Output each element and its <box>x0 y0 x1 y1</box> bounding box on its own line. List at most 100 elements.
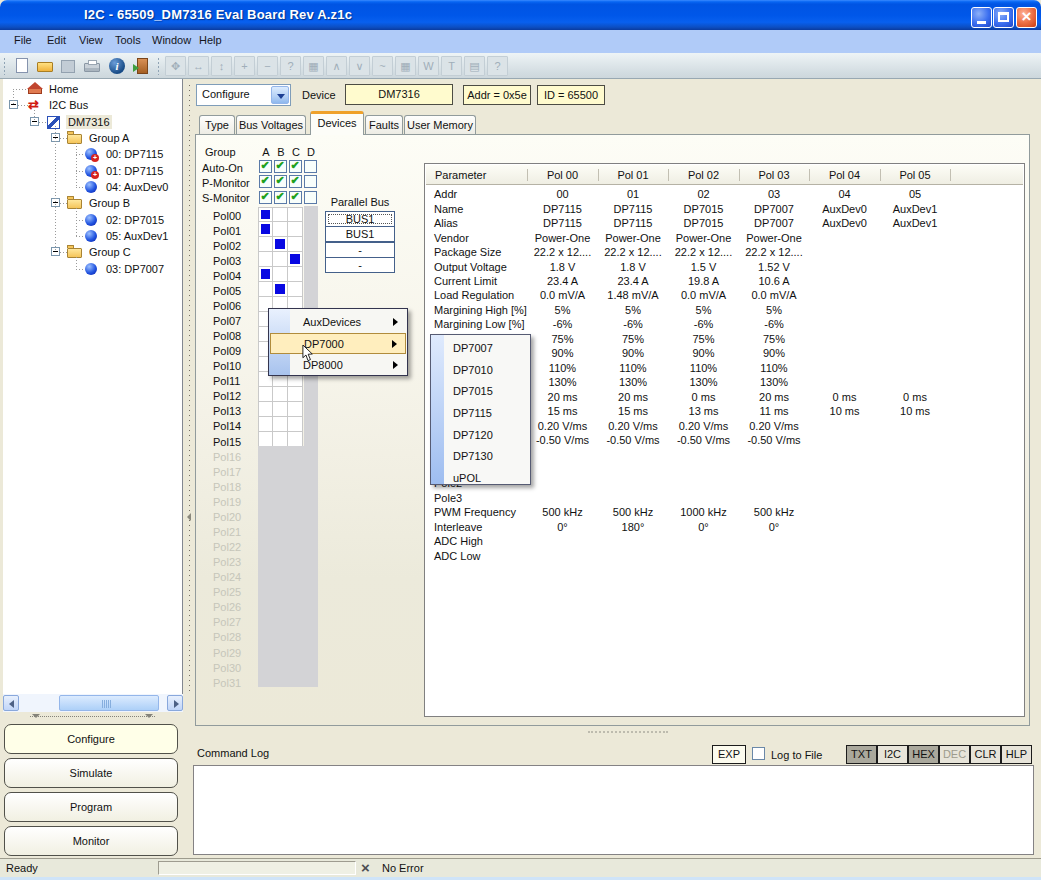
auto-on-checkbox-A[interactable]: ✔ <box>259 160 272 173</box>
submenu-item-dp7115[interactable]: DP7115 <box>445 402 530 423</box>
action-button-monitor[interactable]: Monitor <box>4 826 178 856</box>
tree-horizontal-scrollbar[interactable] <box>3 694 183 712</box>
pol-cell-pol03-B[interactable] <box>273 252 288 267</box>
pol-cell-pol15-A[interactable] <box>258 432 273 447</box>
action-button-program[interactable]: Program <box>4 792 178 822</box>
parallel-bus-slot-0[interactable]: BUS1 <box>325 211 395 227</box>
exit-icon[interactable] <box>131 56 152 77</box>
menu-edit[interactable]: Edit <box>47 34 66 46</box>
status-clear-icon[interactable]: × <box>361 859 370 876</box>
minimize-button[interactable] <box>971 7 992 28</box>
format-button-i2c[interactable]: I2C <box>877 745 908 764</box>
auto-on-checkbox-B[interactable]: ✔ <box>274 160 287 173</box>
pol-cell-pol02-A[interactable] <box>258 237 273 252</box>
format-button-hlp[interactable]: HLP <box>1001 745 1032 764</box>
tab-type[interactable]: Type <box>199 115 235 135</box>
tab-user-memory[interactable]: User Memory <box>404 115 476 135</box>
pol-cell-pol05-B[interactable] <box>273 282 288 297</box>
parallel-bus-slot-1[interactable]: BUS1 <box>325 226 395 242</box>
pol-cell-pol15-C[interactable] <box>288 432 303 447</box>
pol-cell-pol15-B[interactable] <box>273 432 288 447</box>
action-button-simulate[interactable]: Simulate <box>4 758 178 788</box>
pol-cell-pol02-B[interactable] <box>273 237 288 252</box>
submenu-item-dp7130[interactable]: DP7130 <box>445 445 530 466</box>
pol-cell-pol12-B[interactable] <box>273 387 288 402</box>
pol-cell-pol14-C[interactable] <box>288 417 303 432</box>
submenu-item-dp7007[interactable]: DP7007 <box>445 337 530 358</box>
parallel-bus-slot-3[interactable]: - <box>325 257 395 273</box>
s-monitor-checkbox-C[interactable]: ✔ <box>289 191 302 204</box>
submenu-item-dp7120[interactable]: DP7120 <box>445 424 530 445</box>
p-monitor-checkbox-B[interactable]: ✔ <box>274 175 287 188</box>
pol-cell-pol00-A[interactable] <box>258 207 273 222</box>
log-to-file-checkbox[interactable] <box>752 747 765 760</box>
pol-cell-pol04-C[interactable] <box>288 267 303 282</box>
print-icon[interactable] <box>82 56 103 77</box>
tree-item-group-b[interactable]: Group B <box>87 196 132 210</box>
context-menu-item-auxdevices[interactable]: AuxDevices <box>270 312 406 333</box>
new-file-icon[interactable] <box>12 56 33 77</box>
pol-cell-pol13-B[interactable] <box>273 402 288 417</box>
action-button-configure[interactable]: Configure <box>4 724 178 754</box>
pol-cell-pol13-A[interactable] <box>258 402 273 417</box>
pol-cell-pol14-A[interactable] <box>258 417 273 432</box>
pol-cell-pol02-C[interactable] <box>288 237 303 252</box>
chevron-down-icon[interactable] <box>271 86 289 104</box>
pol-cell-pol01-A[interactable] <box>258 222 273 237</box>
command-log-output[interactable] <box>193 765 1034 855</box>
pol-cell-pol01-C[interactable] <box>288 222 303 237</box>
format-button-hex[interactable]: HEX <box>908 745 939 764</box>
pol-cell-pol14-B[interactable] <box>273 417 288 432</box>
s-monitor-checkbox-A[interactable]: ✔ <box>259 191 272 204</box>
auto-on-checkbox-D[interactable] <box>304 160 317 173</box>
pol-cell-pol12-C[interactable] <box>288 387 303 402</box>
pol-cell-pol12-A[interactable] <box>258 387 273 402</box>
tree-item-03-dp7007[interactable]: 03: DP7007 <box>104 262 166 276</box>
tree-item-05-auxdev1[interactable]: 05: AuxDev1 <box>104 229 170 243</box>
vertical-splitter[interactable] <box>184 79 195 727</box>
context-menu-item-dp7000[interactable]: DP7000 <box>270 333 406 354</box>
horizontal-splitter-handle[interactable] <box>588 731 668 735</box>
tab-bus-voltages[interactable]: Bus Voltages <box>236 115 306 135</box>
parallel-bus-slot-2[interactable]: - <box>325 242 395 258</box>
pol-cell-pol03-A[interactable] <box>258 252 273 267</box>
pol-cell-pol03-C[interactable] <box>288 252 303 267</box>
menu-file[interactable]: File <box>14 34 32 46</box>
p-monitor-checkbox-C[interactable]: ✔ <box>289 175 302 188</box>
mode-select[interactable]: Configure <box>196 84 291 106</box>
format-button-dec[interactable]: DEC <box>939 745 970 764</box>
scroll-right-button[interactable] <box>167 695 183 711</box>
pol-cell-pol04-B[interactable] <box>273 267 288 282</box>
menu-view[interactable]: View <box>79 34 103 46</box>
exp-button[interactable]: EXP <box>712 745 746 764</box>
tree-item-home[interactable]: Home <box>47 82 80 96</box>
open-folder-icon[interactable] <box>35 56 56 77</box>
pol-cell-pol01-B[interactable] <box>273 222 288 237</box>
submenu-item-upol[interactable]: uPOL <box>445 467 530 488</box>
s-monitor-checkbox-D[interactable] <box>304 191 317 204</box>
pol-cell-pol13-C[interactable] <box>288 402 303 417</box>
tree-item-00-dp7115[interactable]: 00: DP7115 <box>104 147 165 161</box>
pol-cell-pol00-C[interactable] <box>288 207 303 222</box>
title-bar[interactable]: I2C - 65509_DM7316 Eval Board Rev A.z1c … <box>0 0 1041 30</box>
s-monitor-checkbox-B[interactable]: ✔ <box>274 191 287 204</box>
context-menu-item-dp8000[interactable]: DP8000 <box>270 355 406 376</box>
scroll-left-button[interactable] <box>3 695 19 711</box>
tree-item-group-a[interactable]: Group A <box>87 131 131 145</box>
pol-cell-pol05-C[interactable] <box>288 282 303 297</box>
tree-item-i2c-bus[interactable]: I2C Bus <box>47 98 90 112</box>
save-icon[interactable] <box>58 56 79 77</box>
submenu-item-dp7010[interactable]: DP7010 <box>445 359 530 380</box>
maximize-button[interactable] <box>993 7 1014 28</box>
menu-window[interactable]: Window <box>152 34 191 46</box>
pol-cell-pol04-A[interactable] <box>258 267 273 282</box>
tree-item-04-auxdev0[interactable]: 04: AuxDev0 <box>104 180 170 194</box>
tree-item-01-dp7115[interactable]: 01: DP7115 <box>104 164 165 178</box>
auto-on-checkbox-C[interactable]: ✔ <box>289 160 302 173</box>
format-button-clr[interactable]: CLR <box>970 745 1001 764</box>
tree-item-dm7316[interactable]: DM7316 <box>66 115 112 129</box>
submenu-item-dp7015[interactable]: DP7015 <box>445 380 530 401</box>
tree-item-02-dp7015[interactable]: 02: DP7015 <box>104 213 166 227</box>
tab-devices[interactable]: Devices <box>310 111 364 135</box>
info-icon[interactable]: i <box>107 56 128 77</box>
